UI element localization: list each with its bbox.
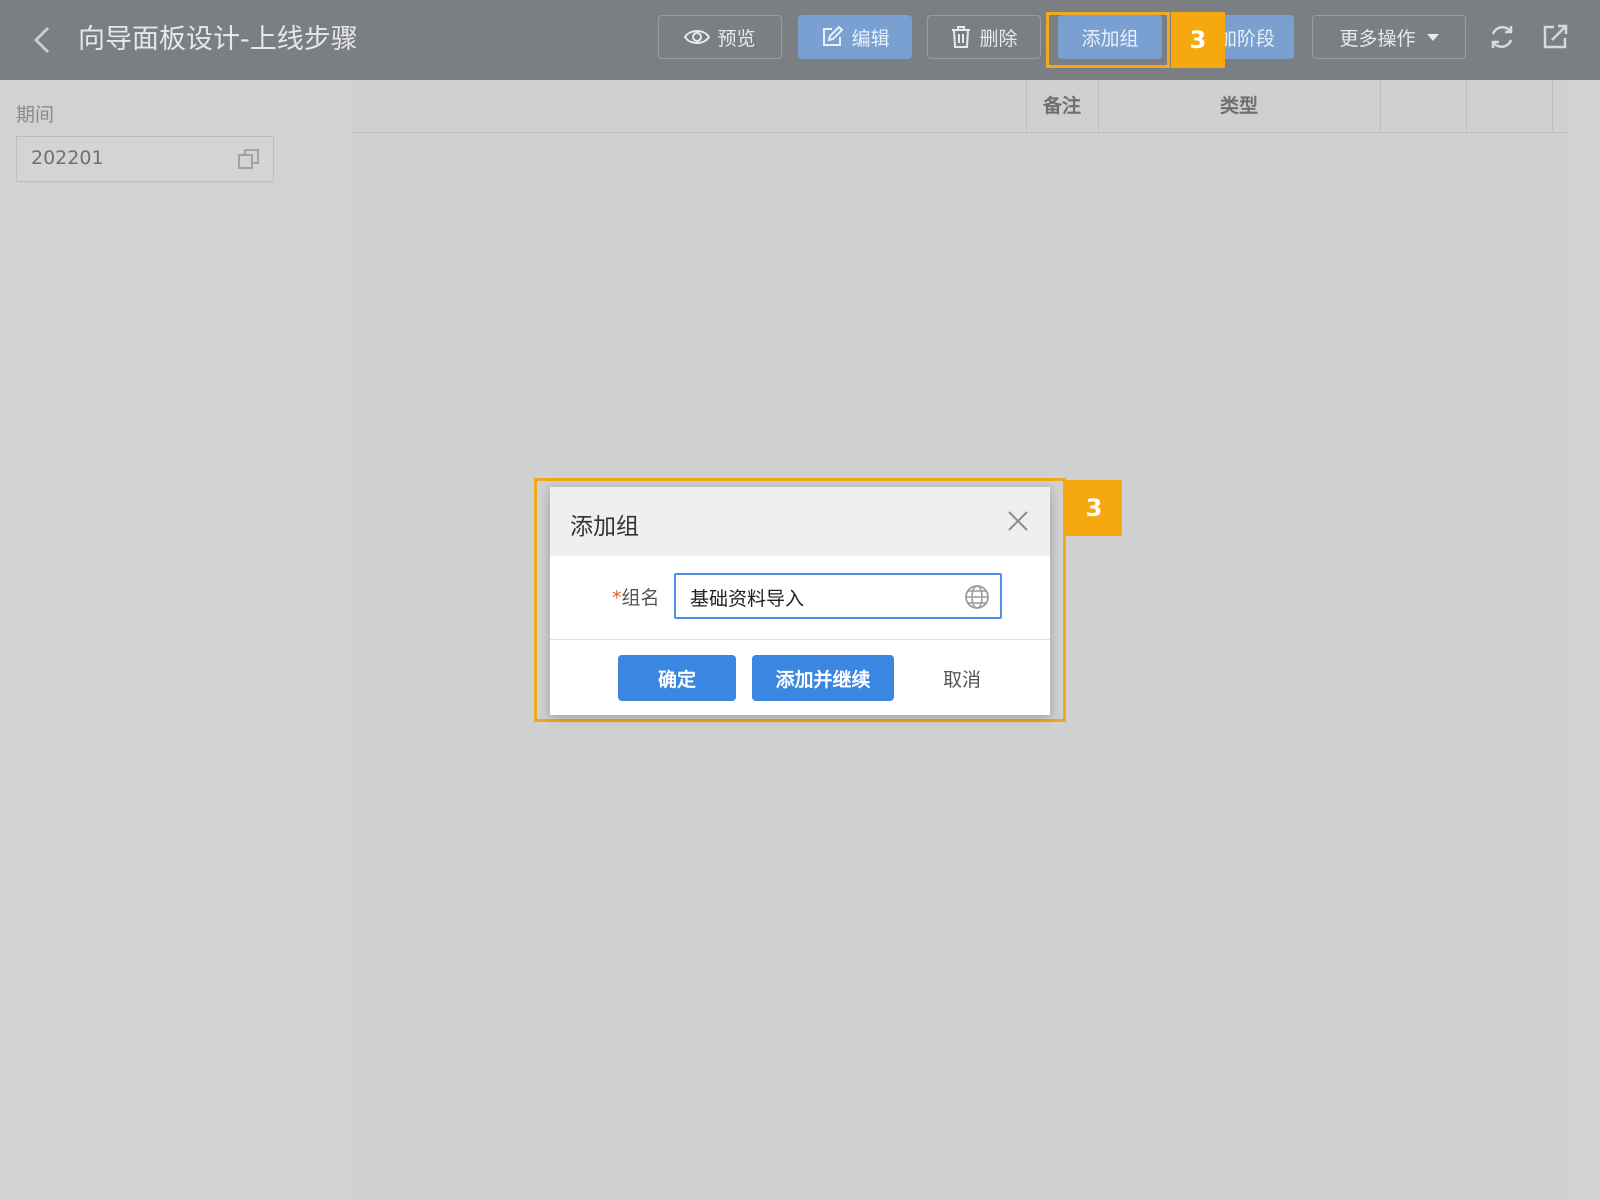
column-divider <box>1380 80 1381 132</box>
refresh-icon[interactable] <box>1487 22 1517 52</box>
cancel-button[interactable]: 取消 <box>922 655 1002 701</box>
add-stage-label: 加阶段 <box>1217 27 1275 50</box>
dialog-header: 添加组 <box>550 487 1050 556</box>
chevron-left-icon <box>33 26 50 54</box>
preview-label: 预览 <box>717 27 756 50</box>
more-actions-label: 更多操作 <box>1339 27 1416 50</box>
edit-icon <box>823 25 844 46</box>
period-field[interactable]: 202201 <box>16 136 274 182</box>
edit-label: 编辑 <box>851 27 890 50</box>
column-divider <box>1552 80 1553 132</box>
group-name-label: *组名 <box>612 583 660 610</box>
dialog-title: 添加组 <box>570 514 639 540</box>
delete-button[interactable]: 删除 <box>927 15 1041 59</box>
eye-icon <box>684 30 711 44</box>
page-title: 向导面板设计-上线步骤 <box>78 24 358 55</box>
table-header: 备注 类型 <box>352 80 1568 133</box>
column-header-type[interactable]: 类型 <box>1098 80 1380 132</box>
add-group-highlight <box>1046 12 1170 68</box>
period-value: 202201 <box>31 147 104 169</box>
column-header-remark[interactable]: 备注 <box>1026 80 1098 132</box>
group-name-value: 基础资料导入 <box>690 588 805 610</box>
trash-icon <box>952 26 971 48</box>
caret-down-icon <box>1426 33 1439 41</box>
confirm-button[interactable]: 确定 <box>618 655 736 701</box>
filter-panel <box>0 80 350 1200</box>
edit-button[interactable]: 编辑 <box>798 15 912 59</box>
step-badge-toolbar: 3 <box>1171 12 1225 68</box>
copy-icon[interactable] <box>237 147 261 171</box>
group-name-input[interactable]: 基础资料导入 <box>674 573 1002 619</box>
top-toolbar: 向导面板设计-上线步骤 预览 编辑 删除 添加组 加阶段 更多操作 <box>0 0 1600 80</box>
preview-button[interactable]: 预览 <box>658 15 782 59</box>
add-group-dialog: 添加组 *组名 基础资料导入 确定 添加并继续 取消 <box>550 487 1050 715</box>
export-icon[interactable] <box>1540 22 1570 52</box>
dialog-divider <box>550 639 1050 640</box>
required-mark: * <box>612 587 622 609</box>
close-icon[interactable] <box>1006 509 1030 533</box>
back-button[interactable] <box>28 20 56 60</box>
period-label: 期间 <box>16 104 55 126</box>
more-actions-dropdown[interactable]: 更多操作 <box>1312 15 1466 59</box>
step-badge-dialog: 3 <box>1066 480 1122 536</box>
add-and-continue-button[interactable]: 添加并继续 <box>752 655 894 701</box>
delete-label: 删除 <box>979 27 1018 50</box>
column-divider <box>1466 80 1467 132</box>
globe-icon[interactable] <box>964 584 990 610</box>
group-name-label-text: 组名 <box>621 587 660 609</box>
